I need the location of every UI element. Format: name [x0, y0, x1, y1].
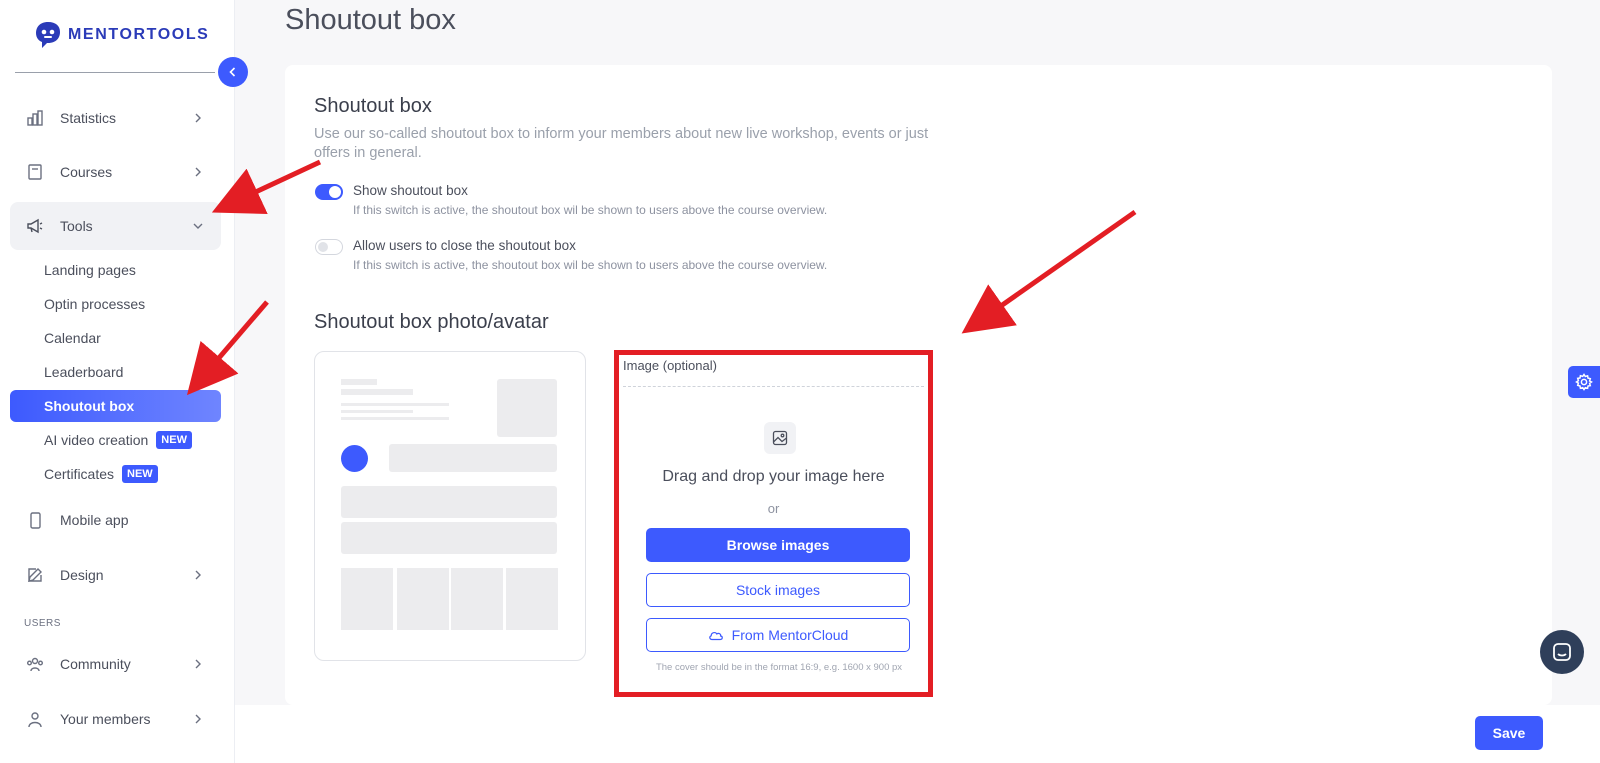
chevron-right-icon [195, 659, 201, 669]
sidebar-subitem-label: Calendar [44, 330, 101, 346]
sidebar-item-design[interactable]: Design [10, 551, 221, 599]
section-heading: Shoutout box [314, 95, 432, 117]
upload-divider [623, 386, 924, 387]
pencil-icon [26, 566, 44, 584]
sidebar-subitem-optin-processes[interactable]: Optin processes [10, 288, 221, 320]
collapse-sidebar-button[interactable] [218, 57, 248, 87]
sidebar-subitem-label: Landing pages [44, 262, 136, 278]
sidebar-item-community[interactable]: Community [10, 640, 221, 688]
sidebar-item-label: Courses [60, 164, 113, 180]
sidebar-item-label: Mobile app [60, 512, 129, 528]
toggle-title: Show shoutout box [353, 183, 468, 198]
user-icon [26, 710, 44, 728]
avatar-heading: Shoutout box photo/avatar [314, 311, 549, 333]
format-hint: The cover should be in the format 16:9, … [655, 662, 903, 673]
brand-name: MENTORTOOLS [68, 26, 210, 43]
sidebar-subitem-calendar[interactable]: Calendar [10, 322, 221, 354]
people-icon [26, 655, 44, 673]
save-button[interactable]: Save [1475, 716, 1543, 750]
sidebar-item-tools[interactable]: Tools [10, 202, 221, 250]
book-icon [26, 163, 44, 181]
sidebar: MENTORTOOLS Statistics Courses Tools Lan… [0, 0, 235, 763]
chat-support-button[interactable] [1540, 630, 1584, 674]
settings-card: Shoutout box Use our so-called shoutout … [285, 65, 1552, 705]
megaphone-icon [26, 217, 44, 235]
chevron-right-icon [195, 113, 201, 123]
toggle-row-show-shoutout: Show shoutout box If this switch is acti… [315, 183, 827, 217]
image-upload-dropzone[interactable]: Image (optional) Drag and drop your imag… [614, 350, 933, 697]
settings-gear-button[interactable] [1568, 366, 1600, 398]
allow-close-toggle[interactable] [315, 239, 343, 255]
upload-label: Image (optional) [623, 358, 717, 373]
button-label: Save [1492, 725, 1526, 741]
sidebar-subitem-label: Leaderboard [44, 364, 124, 380]
chat-icon [1553, 643, 1571, 661]
gear-icon [1575, 373, 1593, 391]
toggle-title: Allow users to close the shoutout box [353, 238, 576, 253]
bottom-action-bar [235, 705, 1600, 763]
section-description: Use our so-called shoutout box to inform… [314, 126, 929, 161]
toggle-help: If this switch is active, the shoutout b… [353, 203, 828, 217]
or-text: or [767, 501, 780, 516]
robot-logo-icon [36, 22, 60, 48]
shoutout-preview-illustration [314, 351, 586, 661]
chevron-right-icon [195, 570, 201, 580]
sidebar-subitem-label: AI video creation [44, 432, 149, 448]
chevron-right-icon [195, 167, 201, 177]
show-shoutout-toggle[interactable] [315, 184, 343, 200]
sidebar-subitem-label: Shoutout box [44, 398, 135, 414]
new-badge: NEW [122, 465, 158, 483]
toggle-row-allow-close: Allow users to close the shoutout box If… [315, 238, 827, 272]
image-icon [764, 422, 796, 454]
sidebar-subitem-ai-video-creation[interactable]: AI video creation NEW [10, 424, 221, 456]
section-label-users: USERS [24, 618, 61, 629]
sidebar-item-your-members[interactable]: Your members [10, 695, 221, 743]
phone-icon [26, 511, 44, 529]
sidebar-subitem-landing-pages[interactable]: Landing pages [10, 254, 221, 286]
sidebar-item-statistics[interactable]: Statistics [10, 94, 221, 142]
browse-images-button[interactable]: Browse images [646, 528, 910, 562]
bar-chart-icon [26, 109, 44, 127]
sidebar-item-label: Your members [60, 711, 151, 727]
sidebar-item-label: Tools [60, 218, 93, 234]
sidebar-item-courses[interactable]: Courses [10, 148, 221, 196]
sidebar-subitem-shoutout-box[interactable]: Shoutout box [10, 390, 221, 422]
sidebar-item-label: Community [60, 656, 131, 672]
toggle-help: If this switch is active, the shoutout b… [353, 258, 828, 272]
cloud-icon [708, 632, 723, 641]
chevron-left-icon [229, 67, 236, 77]
button-label: Stock images [735, 582, 821, 598]
sidebar-item-label: Design [60, 567, 104, 583]
sidebar-divider [15, 72, 215, 73]
chevron-right-icon [195, 714, 201, 724]
brand-logo[interactable]: MENTORTOOLS [34, 20, 209, 50]
chevron-down-icon [193, 223, 203, 229]
sidebar-item-mobile-app[interactable]: Mobile app [10, 496, 221, 544]
sidebar-subitem-certificates[interactable]: Certificates NEW [10, 458, 221, 490]
page-title: Shoutout box [285, 4, 456, 36]
stock-images-button[interactable]: Stock images [646, 573, 910, 607]
from-mentorcloud-button[interactable]: From MentorCloud [646, 618, 910, 652]
button-label: From MentorCloud [731, 627, 849, 643]
button-label: Browse images [726, 537, 830, 553]
new-badge: NEW [156, 431, 192, 449]
sidebar-subitem-label: Certificates [44, 466, 115, 482]
sidebar-item-label: Statistics [60, 110, 117, 126]
sidebar-subitem-label: Optin processes [44, 296, 146, 312]
drag-drop-text: Drag and drop your image here [662, 468, 885, 485]
sidebar-subitem-leaderboard[interactable]: Leaderboard [10, 356, 221, 388]
